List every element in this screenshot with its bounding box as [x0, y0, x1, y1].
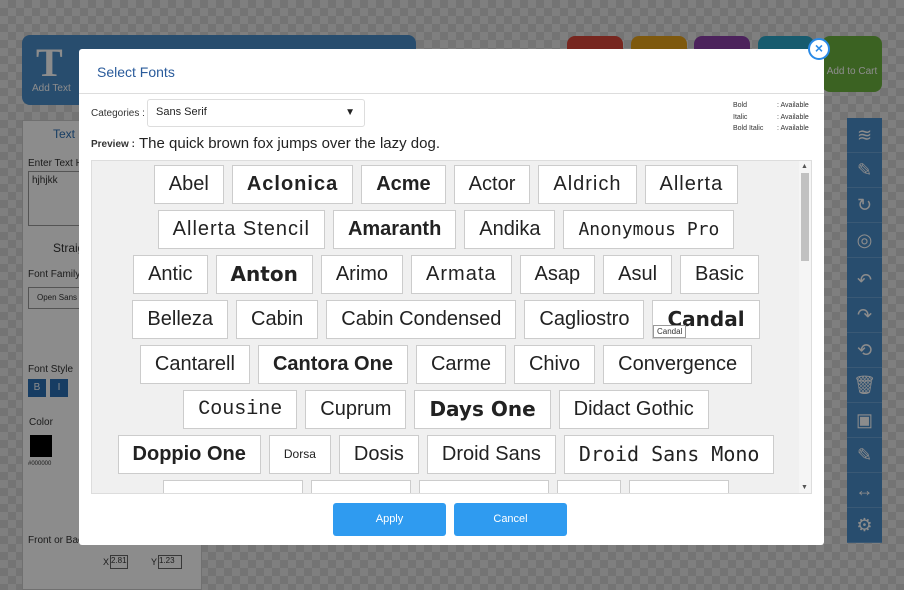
scrollbar[interactable]: ▲ ▼	[799, 161, 811, 493]
font-option[interactable]: Allerta Stencil	[157, 210, 325, 249]
divider	[79, 93, 824, 94]
font-row: Allerta Stencil Amaranth Andika Anonymous P…	[92, 210, 800, 255]
font-row: Cousine Cuprum Days One Didact Gothic	[92, 390, 800, 435]
font-option[interactable]: Actor	[453, 165, 531, 204]
scroll-down-icon[interactable]: ▼	[801, 484, 808, 491]
font-option[interactable]: Belleza	[132, 300, 229, 339]
apply-button[interactable]: Apply	[333, 503, 446, 536]
font-option[interactable]: Chivo	[513, 345, 596, 384]
availability-status: : Available	[777, 125, 809, 132]
font-option[interactable]: Aldrich	[538, 165, 637, 204]
font-option[interactable]: Acme	[361, 165, 446, 204]
font-option[interactable]: Cabin	[236, 300, 319, 339]
font-row: Abel Aclonica Acme Actor Aldrich Allerta	[92, 165, 800, 210]
availability-row: Italic : Available	[733, 112, 809, 124]
font-option[interactable]: Armata	[411, 255, 512, 294]
font-option[interactable]: Asul	[603, 255, 673, 294]
font-option[interactable]: Allerta	[644, 165, 739, 204]
font-option[interactable]	[311, 480, 411, 493]
font-option[interactable]: Cantarell	[139, 345, 250, 384]
font-option[interactable]: Asap	[519, 255, 596, 294]
font-option[interactable]: Aclonica	[231, 165, 354, 204]
font-option[interactable]: Amaranth	[332, 210, 457, 249]
availability-row: Bold : Available	[733, 100, 809, 112]
chevron-down-icon: ▼	[345, 107, 355, 118]
font-row: Doppio One Dorsa Dosis Droid Sans Droid Sans…	[92, 435, 800, 480]
font-option[interactable]: Droid Sans	[426, 435, 556, 474]
categories-select[interactable]: Sans Serif ▼	[147, 99, 365, 127]
font-option[interactable]: Cuprum	[305, 390, 407, 429]
availability-style: Italic	[733, 113, 748, 121]
availability-status: : Available	[777, 102, 809, 109]
availability-info: Bold: Available Italic: Available Bold Ita…	[733, 100, 809, 135]
font-row-partial	[92, 480, 800, 493]
scrollbar-thumb[interactable]	[801, 173, 809, 261]
font-option[interactable]: Dosis	[338, 435, 419, 474]
font-option[interactable]: Cousine	[183, 390, 298, 429]
font-option[interactable]: Cantora One	[257, 345, 408, 384]
availability-style: Bold	[733, 102, 748, 109]
font-grid: Abel Aclonica Acme Actor Aldrich Allerta Aller…	[91, 160, 812, 494]
modal-title: Select Fonts	[97, 64, 175, 80]
font-row: Belleza Cabin Cabin Condensed Cagliostro Can…	[92, 300, 800, 345]
font-option[interactable]: Anton	[215, 255, 313, 294]
font-option[interactable]: Basic	[680, 255, 759, 294]
font-option[interactable]: Antic	[133, 255, 208, 294]
font-option[interactable]: Cagliostro	[524, 300, 645, 339]
availability-status: : Available	[777, 113, 809, 121]
font-tooltip: Candal	[653, 325, 687, 338]
font-option[interactable]	[163, 480, 303, 493]
preview-label: Preview :	[91, 139, 135, 150]
font-option[interactable]: Doppio One	[117, 435, 261, 474]
scroll-up-icon[interactable]: ▲	[801, 163, 808, 170]
font-option[interactable]: Dorsa	[268, 435, 331, 474]
font-option[interactable]: Anonymous Pro	[563, 210, 735, 249]
close-icon[interactable]: ×	[808, 38, 830, 60]
font-row: Cantarell Cantora One Carme Chivo Convergenc…	[92, 345, 800, 390]
font-option[interactable]: Didact Gothic	[558, 390, 709, 429]
font-option[interactable]: Carme	[415, 345, 506, 384]
font-option[interactable]: Cabin Condensed	[326, 300, 517, 339]
font-option[interactable]: Convergence	[603, 345, 753, 384]
select-fonts-modal: Select Fonts × Categories : Sans Serif ▼ …	[79, 38, 830, 545]
availability-row: Bold Italic : Available	[733, 123, 809, 135]
availability-style: Bold Italic	[733, 125, 764, 132]
category-value: Sans Serif	[156, 106, 207, 118]
font-option[interactable]: Days One	[414, 390, 551, 429]
categories-label: Categories :	[91, 108, 145, 119]
cancel-button[interactable]: Cancel	[454, 503, 567, 536]
font-option[interactable]: Droid Sans Mono	[563, 435, 775, 474]
font-option[interactable]	[557, 480, 621, 493]
font-row: Antic Anton Arimo Armata Asap Asul Basic	[92, 255, 800, 300]
font-option[interactable]: Andika	[464, 210, 556, 249]
font-option[interactable]: Abel	[153, 165, 224, 204]
preview-text: The quick brown fox jumps over the lazy …	[139, 135, 440, 152]
font-option[interactable]	[419, 480, 549, 493]
font-option[interactable]	[629, 480, 729, 493]
font-option[interactable]: Arimo	[320, 255, 404, 294]
